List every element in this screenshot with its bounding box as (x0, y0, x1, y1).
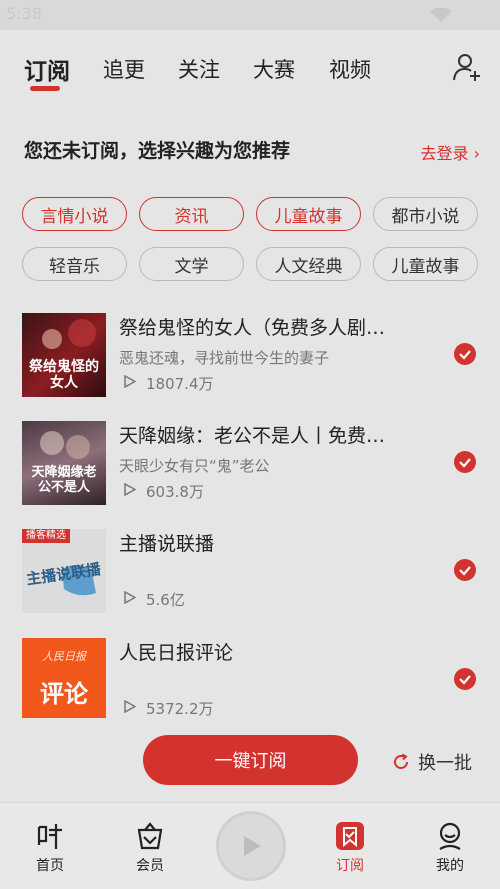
crown-basket-icon (137, 822, 163, 850)
refresh-icon (394, 753, 408, 769)
play-count-icon (124, 700, 136, 713)
play-count: 5.6亿 (146, 591, 185, 609)
nav-home[interactable]: 首页 (20, 821, 80, 875)
play-count: 5372.2万 (146, 700, 214, 718)
tab-video[interactable]: 视频 (329, 54, 371, 84)
interest-tag[interactable]: 人文经典 (256, 247, 361, 281)
tab-contest[interactable]: 大赛 (253, 54, 295, 84)
check-circle-icon[interactable] (454, 451, 476, 473)
interest-tag[interactable]: 儿童故事 (256, 197, 361, 231)
check-circle-icon[interactable] (454, 559, 476, 581)
item-title: 祭给鬼怪的女人（免费多人剧… (119, 317, 386, 339)
refresh-batch-button[interactable]: 换一批 (392, 749, 472, 775)
bottom-action-bar: 一键订阅 换一批 (0, 718, 500, 802)
cover-image: 天降姻缘老公不是人 (22, 421, 106, 505)
bottom-nav-bar: 首页 会员 订阅 我的 (0, 802, 500, 889)
interest-tag[interactable]: 资讯 (139, 197, 244, 231)
status-time: 5:38 (6, 4, 42, 23)
check-circle-icon[interactable] (454, 343, 476, 365)
interest-tag[interactable]: 儿童故事 (373, 247, 478, 281)
cover-text: 祭给鬼怪的女人 (29, 359, 99, 391)
login-link[interactable]: 去登录 › (421, 140, 481, 164)
cover-text: 天降姻缘老公不是人 (31, 465, 97, 495)
subscribe-icon (336, 822, 364, 850)
play-count-icon (124, 375, 136, 388)
nav-subscribe[interactable]: 订阅 (320, 821, 380, 875)
cover-top-text: 人民日报 (42, 650, 86, 663)
list-item[interactable]: 天降姻缘老公不是人 天降姻缘：老公不是人丨免费… 天眼少女有只“鬼”老公 603… (0, 421, 500, 521)
recommend-header: 您还未订阅，选择兴趣为您推荐 (24, 140, 291, 162)
nav-label: 会员 (136, 858, 164, 874)
play-count: 603.8万 (146, 483, 204, 501)
tab-subscribe[interactable]: 订阅 (24, 52, 70, 86)
refresh-label: 换一批 (418, 753, 472, 774)
list-item[interactable]: 祭给鬼怪的女人 祭给鬼怪的女人（免费多人剧… 恶鬼还魂，寻找前世今生的妻子 18… (0, 313, 500, 413)
item-title: 主播说联播 (119, 533, 215, 555)
item-title: 天降姻缘：老公不是人丨免费… (119, 425, 386, 447)
play-count-icon (124, 591, 136, 604)
tab-follow-updates[interactable]: 追更 (103, 54, 145, 84)
cover-image: 播客精选 主播说联播 (22, 529, 106, 613)
item-subtitle: 恶鬼还魂，寻找前世今生的妻子 (119, 349, 330, 367)
cover-image: 祭给鬼怪的女人 (22, 313, 106, 397)
active-tab-indicator (30, 86, 60, 91)
play-count-icon (124, 483, 136, 496)
nav-label: 订阅 (336, 858, 364, 874)
user-icon (439, 822, 461, 850)
interest-tag[interactable]: 文学 (139, 247, 244, 281)
play-icon (244, 836, 261, 856)
nav-mine[interactable]: 我的 (420, 821, 480, 875)
nav-label: 首页 (36, 858, 64, 874)
item-title: 人民日报评论 (119, 642, 234, 664)
nav-label: 我的 (436, 858, 464, 874)
listen-icon (37, 824, 62, 849)
check-circle-icon[interactable] (454, 668, 476, 690)
wifi-icon (430, 8, 452, 22)
list-item[interactable]: 播客精选 主播说联播 主播说联播 5.6亿 (0, 529, 500, 629)
nav-vip[interactable]: 会员 (120, 821, 180, 875)
interest-tag[interactable]: 言情小说 (22, 197, 127, 231)
subscribe-all-button[interactable]: 一键订阅 (143, 735, 358, 785)
interest-tag[interactable]: 轻音乐 (22, 247, 127, 281)
cover-text: 评论 (40, 680, 88, 708)
item-subtitle: 天眼少女有只“鬼”老公 (119, 457, 270, 475)
status-bar: 5:38 (0, 0, 500, 30)
tab-following[interactable]: 关注 (178, 54, 220, 84)
play-count: 1807.4万 (146, 375, 214, 393)
top-tab-bar: 订阅 追更 关注 大赛 视频 (0, 48, 500, 98)
add-user-icon[interactable] (452, 52, 482, 82)
cover-image: 人民日报 评论 (22, 638, 106, 718)
interest-tag[interactable]: 都市小说 (373, 197, 478, 231)
list-item[interactable]: 人民日报 评论 人民日报评论 5372.2万 (0, 638, 500, 718)
player-button[interactable] (216, 811, 286, 881)
